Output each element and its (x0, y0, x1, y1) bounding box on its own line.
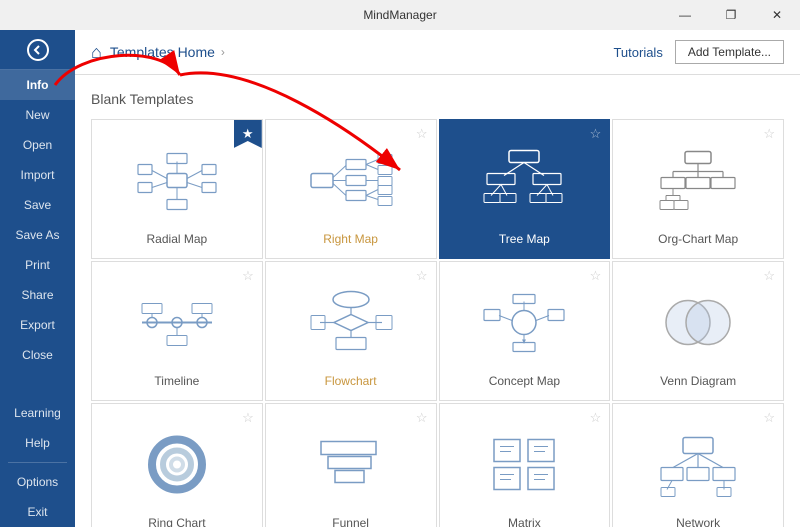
sidebar-item-info[interactable]: Info (0, 70, 75, 100)
sidebar: Info New Open Import Save Save As Print … (0, 30, 75, 527)
sidebar-item-new[interactable]: New (0, 100, 75, 130)
templates-area: Blank Templates ★ (75, 75, 800, 527)
star-icon: ☆ (763, 126, 775, 142)
sidebar-item-import[interactable]: Import (0, 160, 75, 190)
template-name-radial-map: Radial Map (147, 232, 208, 246)
template-card-network[interactable]: ☆ (612, 403, 784, 527)
sidebar-item-exit[interactable]: Exit (0, 497, 75, 527)
org-chart-icon (625, 132, 771, 228)
header-bar: ⌂ Templates Home › Tutorials Add Templat… (75, 30, 800, 75)
template-card-matrix[interactable]: ☆ (439, 403, 611, 527)
template-card-venn-diagram[interactable]: ☆ Venn Diagram (612, 261, 784, 401)
sidebar-item-share[interactable]: Share (0, 280, 75, 310)
template-name-concept-map: Concept Map (489, 374, 560, 388)
template-card-ring-chart[interactable]: ☆ Ring Chart (91, 403, 263, 527)
star-icon: ☆ (416, 410, 428, 426)
template-name-timeline: Timeline (154, 374, 199, 388)
funnel-icon (278, 416, 424, 512)
star-icon: ☆ (590, 268, 602, 284)
template-card-timeline[interactable]: ☆ (91, 261, 263, 401)
flowchart-icon (278, 274, 424, 370)
sidebar-bottom: Learning Help Options Exit (0, 398, 75, 527)
sidebar-item-export[interactable]: Export (0, 310, 75, 340)
sidebar-item-open[interactable]: Open (0, 130, 75, 160)
template-card-flowchart[interactable]: ☆ (265, 261, 437, 401)
header-right: Tutorials Add Template... (613, 40, 784, 64)
star-icon: ☆ (416, 268, 428, 284)
template-name-network: Network (676, 516, 720, 527)
template-card-org-chart[interactable]: ☆ (612, 119, 784, 259)
venn-diagram-icon (625, 274, 771, 370)
sidebar-item-help[interactable]: Help (0, 428, 75, 458)
section-title: Blank Templates (91, 91, 784, 107)
back-arrow-icon (26, 38, 50, 62)
star-icon: ☆ (763, 268, 775, 284)
star-icon: ☆ (590, 126, 602, 142)
restore-button[interactable]: ❐ (708, 0, 754, 30)
right-map-icon (278, 132, 424, 228)
timeline-icon (104, 274, 250, 370)
sidebar-item-learning[interactable]: Learning (0, 398, 75, 428)
star-icon: ☆ (763, 410, 775, 426)
template-card-right-map[interactable]: ☆ (265, 119, 437, 259)
template-card-radial-map[interactable]: ★ (91, 119, 263, 259)
minimize-button[interactable]: — (662, 0, 708, 30)
content-area: ⌂ Templates Home › Tutorials Add Templat… (75, 30, 800, 527)
template-card-funnel[interactable]: ☆ Funnel (265, 403, 437, 527)
template-name-org-chart: Org-Chart Map (658, 232, 738, 246)
star-icon: ☆ (242, 410, 254, 426)
template-name-venn-diagram: Venn Diagram (660, 374, 736, 388)
template-card-tree-map[interactable]: ☆ (439, 119, 611, 259)
title-bar: MindManager — ❐ ✕ (0, 0, 800, 30)
templates-grid: ★ (91, 119, 784, 527)
sidebar-divider (8, 462, 67, 463)
add-template-button[interactable]: Add Template... (675, 40, 784, 64)
template-name-tree-map: Tree Map (499, 232, 550, 246)
template-name-right-map: Right Map (323, 232, 378, 246)
star-icon: ☆ (590, 410, 602, 426)
window-controls: — ❐ ✕ (662, 0, 800, 30)
back-button[interactable] (0, 30, 75, 70)
breadcrumb-label[interactable]: Templates Home (110, 44, 215, 60)
sidebar-item-options[interactable]: Options (0, 467, 75, 497)
template-name-matrix: Matrix (508, 516, 541, 527)
sidebar-item-save-as[interactable]: Save As (0, 220, 75, 250)
breadcrumb-arrow-icon: › (221, 45, 225, 59)
star-icon: ☆ (416, 126, 428, 142)
home-icon: ⌂ (91, 42, 102, 63)
close-button[interactable]: ✕ (754, 0, 800, 30)
matrix-icon (452, 416, 598, 512)
ring-chart-icon (104, 416, 250, 512)
app-body: Info New Open Import Save Save As Print … (0, 30, 800, 527)
concept-map-icon (452, 274, 598, 370)
app-title: MindManager (363, 8, 436, 22)
template-card-concept-map[interactable]: ☆ (439, 261, 611, 401)
sidebar-item-close[interactable]: Close (0, 340, 75, 370)
sidebar-item-save[interactable]: Save (0, 190, 75, 220)
star-icon: ☆ (242, 268, 254, 284)
network-icon (625, 416, 771, 512)
radial-map-icon (104, 132, 250, 228)
template-name-ring-chart: Ring Chart (148, 516, 205, 527)
tutorials-link[interactable]: Tutorials (613, 45, 662, 60)
template-name-flowchart: Flowchart (325, 374, 377, 388)
template-name-funnel: Funnel (332, 516, 369, 527)
sidebar-item-print[interactable]: Print (0, 250, 75, 280)
tree-map-icon (452, 132, 598, 228)
